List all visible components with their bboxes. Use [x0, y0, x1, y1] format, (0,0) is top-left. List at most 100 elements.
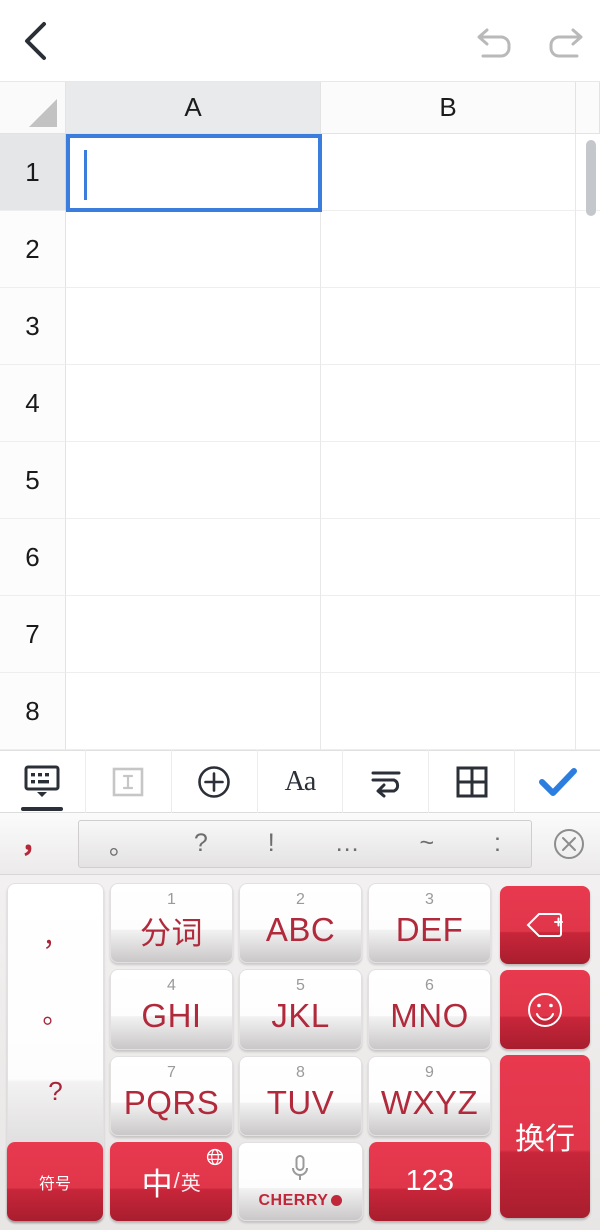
punct-symbol-exclaim[interactable]: !: [264, 829, 279, 858]
key-5[interactable]: 5 JKL: [239, 969, 362, 1050]
column-header-c[interactable]: [576, 82, 600, 134]
key-2[interactable]: 2 ABC: [239, 883, 362, 964]
cell-b2[interactable]: [321, 211, 576, 288]
redo-icon: [549, 28, 583, 57]
toolbar-insert-button[interactable]: [172, 750, 258, 813]
toolbar-confirm-button[interactable]: [515, 750, 600, 813]
cell-b5[interactable]: [321, 442, 576, 519]
punct-symbol-colon[interactable]: :: [490, 829, 505, 858]
undo-button[interactable]: [460, 0, 530, 82]
cell-a4[interactable]: [66, 365, 321, 442]
key-6-number: 6: [425, 977, 434, 995]
cell-c4[interactable]: [576, 365, 600, 442]
cell-c3[interactable]: [576, 288, 600, 365]
toolbar-keyboard-button[interactable]: [0, 750, 86, 813]
punctuation-panel[interactable]: 。 ? ! … ~ :: [78, 819, 532, 868]
key-3[interactable]: 3 DEF: [368, 883, 491, 964]
table-row: [66, 365, 600, 442]
key-3-label: DEF: [395, 911, 464, 949]
language-en-label: 英: [180, 1172, 201, 1195]
table-grid-icon: [456, 766, 488, 797]
backspace-icon: [526, 913, 563, 938]
row-header-1[interactable]: 1: [0, 134, 66, 211]
toolbar-font-button[interactable]: Aa: [258, 750, 344, 813]
punct-key-question[interactable]: ?: [48, 1078, 62, 1104]
redo-button[interactable]: [530, 0, 600, 82]
cell-a2[interactable]: [66, 211, 321, 288]
key-8[interactable]: 8 TUV: [239, 1055, 362, 1136]
cell-b1[interactable]: [321, 134, 576, 211]
cell-a8[interactable]: [66, 673, 321, 750]
vertical-scrollbar[interactable]: [586, 140, 596, 216]
row-header-5[interactable]: 5: [0, 442, 66, 519]
row-header-4[interactable]: 4: [0, 365, 66, 442]
cell-c2[interactable]: [576, 211, 600, 288]
punctuation-bar: ， 。 ? ! … ~ :: [0, 813, 600, 875]
toolbar-table-button[interactable]: [429, 750, 516, 813]
row-header-7[interactable]: 7: [0, 596, 66, 673]
spreadsheet-grid[interactable]: A B 1 2 3 4 5 6 7 8: [0, 82, 600, 750]
cell-b4[interactable]: [321, 365, 576, 442]
cell-a5[interactable]: [66, 442, 321, 519]
punct-symbol-period[interactable]: 。: [105, 826, 138, 862]
cell-c6[interactable]: [576, 519, 600, 596]
key-2-number: 2: [296, 891, 305, 908]
language-toggle-key[interactable]: 中 / 英: [110, 1141, 233, 1221]
cell-c8[interactable]: [576, 673, 600, 750]
numeric-key[interactable]: 123: [368, 1141, 491, 1221]
key-4[interactable]: 4 GHI: [110, 969, 233, 1050]
back-button[interactable]: [0, 0, 70, 82]
top-navigation-bar: [0, 0, 600, 82]
row-header-8[interactable]: 8: [0, 673, 66, 750]
punctuation-close-button[interactable]: [538, 827, 600, 861]
symbol-key[interactable]: 符号: [7, 1142, 103, 1221]
row-header-3[interactable]: 3: [0, 288, 66, 365]
microphone-icon: [289, 1153, 311, 1190]
key-1-label: 分词: [140, 915, 203, 951]
punct-key-period[interactable]: 。: [42, 1001, 68, 1027]
table-row: [66, 442, 600, 519]
column-header-b[interactable]: B: [321, 82, 576, 134]
cell-c7[interactable]: [576, 596, 600, 673]
toolbar-textbox-button[interactable]: [86, 750, 172, 813]
editing-toolbar: Aa: [0, 750, 600, 813]
cell-a3[interactable]: [66, 288, 321, 365]
column-header-a[interactable]: A: [66, 82, 321, 134]
key-2-label: ABC: [265, 911, 336, 949]
keyboard-row-4: 中 / 英 CHERRY 123: [107, 1139, 494, 1224]
text-box-icon: [112, 767, 144, 796]
key-9-label: WXYZ: [380, 1083, 479, 1121]
cell-b7[interactable]: [321, 596, 576, 673]
cell-a6[interactable]: [66, 519, 321, 596]
key-4-label: GHI: [141, 997, 202, 1035]
row-header-2[interactable]: 2: [0, 211, 66, 288]
cell-a7[interactable]: [66, 596, 321, 673]
keyboard-icon: [24, 765, 60, 797]
punct-comma-key[interactable]: ，: [0, 817, 72, 871]
table-row: [66, 596, 600, 673]
punct-symbol-question[interactable]: ?: [190, 829, 212, 858]
cell-c5[interactable]: [576, 442, 600, 519]
cell-b3[interactable]: [321, 288, 576, 365]
backspace-key[interactable]: [500, 886, 590, 965]
undo-icon: [477, 28, 511, 57]
key-1[interactable]: 1 分词: [110, 883, 233, 964]
selected-cell-a1[interactable]: [66, 134, 322, 212]
key-9[interactable]: 9 WXYZ: [368, 1055, 491, 1136]
keyboard-row-1: 1 分词 2 ABC 3 DEF: [107, 880, 494, 966]
toolbar-wrap-text-button[interactable]: [343, 750, 430, 813]
key-6[interactable]: 6 MNO: [368, 969, 491, 1050]
emoji-key[interactable]: [500, 970, 590, 1049]
cell-b8[interactable]: [321, 673, 576, 750]
voice-input-key[interactable]: CHERRY: [238, 1141, 363, 1221]
key-5-number: 5: [296, 977, 305, 995]
key-7[interactable]: 7 PQRS: [110, 1055, 233, 1136]
enter-key[interactable]: 换行: [500, 1054, 590, 1219]
punct-symbol-tilde[interactable]: ~: [416, 829, 439, 858]
table-row: [66, 673, 600, 750]
cell-b6[interactable]: [321, 519, 576, 596]
punct-symbol-ellipsis[interactable]: …: [331, 829, 364, 858]
select-all-corner[interactable]: [0, 82, 66, 134]
punct-key-comma[interactable]: ，: [42, 924, 68, 950]
row-header-6[interactable]: 6: [0, 519, 66, 596]
